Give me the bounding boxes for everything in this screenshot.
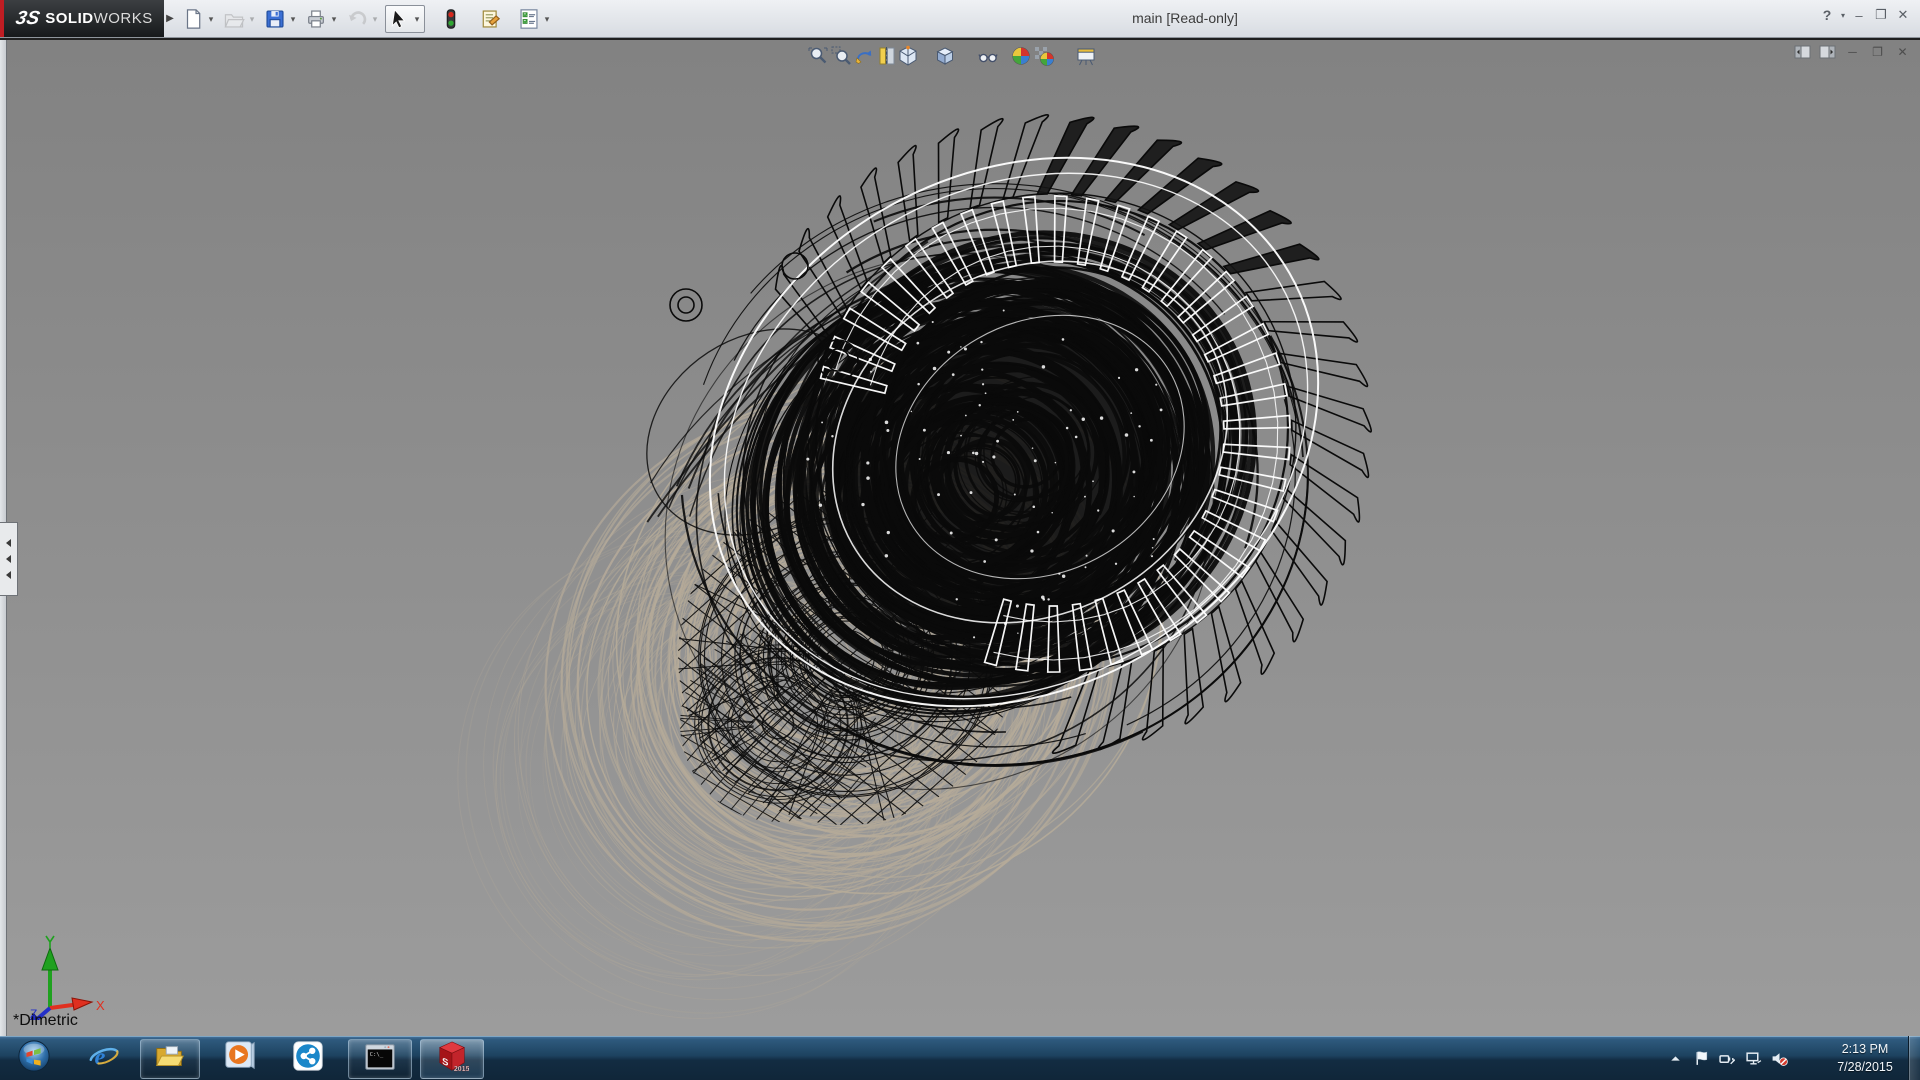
apply-scene-icon[interactable]	[1033, 45, 1055, 67]
window-controls: ? ▾ – ❐ ✕	[1816, 7, 1914, 23]
close-button[interactable]: ✕	[1892, 7, 1914, 23]
dropdown-arrow-icon[interactable]: ▾	[370, 14, 380, 25]
network-icon[interactable]	[1740, 1036, 1766, 1080]
dropdown-arrow-icon[interactable]: ▾	[412, 14, 422, 25]
command-prompt-taskbar-button[interactable]: C:\_	[348, 1039, 412, 1079]
select-cursor-icon	[388, 8, 410, 30]
view-settings-icon[interactable]	[1075, 45, 1097, 67]
dropdown-arrow-icon[interactable]: ▾	[329, 14, 339, 25]
hidden-icons-chevron-icon[interactable]	[1662, 1036, 1688, 1080]
undo-icon	[346, 8, 368, 30]
section-view-icon[interactable]	[876, 45, 898, 67]
system-tray	[1662, 1036, 1792, 1080]
document-window-controls: ─ ❐ ✕	[1793, 44, 1912, 60]
turbine-wireframe-model[interactable]	[0, 40, 1920, 1036]
save-icon	[264, 8, 286, 30]
previous-view-icon[interactable]	[853, 45, 875, 67]
logo-mark: 3S	[14, 8, 42, 30]
window-title: main [Read-only]	[1035, 10, 1335, 26]
help-icon[interactable]: ?	[1816, 7, 1838, 23]
taskbar: e C:\_ S W 2015 2:13 PM 7/28/2015	[0, 1036, 1920, 1080]
solidworks-logo: 3S SOLID WORKS	[4, 0, 164, 37]
help-dropdown-icon[interactable]: ▾	[1838, 11, 1848, 20]
svg-text:e: e	[95, 1043, 106, 1070]
solidworks-taskbar-button[interactable]: S W 2015	[420, 1039, 484, 1079]
menu-flyout-arrow-icon[interactable]: ▶	[164, 6, 176, 31]
svg-text:S: S	[442, 1056, 449, 1069]
logo-text-light: WORKS	[94, 10, 153, 27]
select-cursor-button[interactable]: ▾	[385, 5, 425, 33]
open-document-button: ▾	[221, 6, 259, 32]
share-app-taskbar-button[interactable]	[280, 1039, 336, 1077]
view-orientation-label: *Dimetric	[13, 1012, 78, 1030]
action-center-flag-icon[interactable]	[1688, 1036, 1714, 1080]
doc-minimize-icon[interactable]: ─	[1843, 44, 1862, 60]
file-properties-icon	[479, 8, 501, 30]
logo-text-bold: SOLID	[45, 10, 93, 27]
new-document-icon	[182, 8, 204, 30]
media-player-icon	[223, 1039, 257, 1078]
pane-right-icon[interactable]	[1818, 44, 1837, 60]
minimize-button[interactable]: –	[1848, 8, 1870, 23]
doc-restore-icon[interactable]: ❐	[1868, 44, 1887, 60]
options-button[interactable]: ▾	[516, 6, 554, 32]
save-button[interactable]: ▾	[262, 6, 300, 32]
taskbar-clock[interactable]: 2:13 PM 7/28/2015	[1826, 1036, 1904, 1080]
dropdown-arrow-icon[interactable]: ▾	[542, 14, 552, 25]
media-player-taskbar-button[interactable]	[212, 1039, 268, 1077]
options-icon	[518, 8, 540, 30]
graphics-area[interactable]: ─ ❐ ✕ X Z *Dimetric	[0, 38, 1920, 1036]
internet-explorer-icon: e	[87, 1039, 121, 1078]
volume-muted-icon[interactable]	[1766, 1036, 1792, 1080]
svg-text:W: W	[459, 1040, 469, 1042]
restore-button[interactable]: ❐	[1870, 7, 1892, 23]
zoom-to-area-icon[interactable]	[830, 45, 852, 67]
undo-button: ▾	[344, 6, 382, 32]
start-orb-taskbar-button[interactable]	[10, 1039, 58, 1077]
hide-show-items-icon[interactable]	[977, 45, 999, 67]
main-toolbar: ▾ ▾ ▾ ▾ ▾ ▾ ▾	[180, 3, 557, 35]
open-document-icon	[223, 8, 245, 30]
dropdown-arrow-icon[interactable]: ▾	[206, 14, 216, 25]
headsup-view-toolbar	[0, 45, 1920, 69]
dropdown-arrow-icon[interactable]: ▾	[288, 14, 298, 25]
clock-time: 2:13 PM	[1826, 1040, 1904, 1058]
svg-text:2015: 2015	[454, 1065, 469, 1073]
solidworks-icon: S W 2015	[435, 1040, 469, 1079]
edit-appearance-icon[interactable]	[1010, 45, 1032, 67]
feature-panel-expand-handle[interactable]	[0, 522, 18, 596]
new-document-button[interactable]: ▾	[180, 6, 218, 32]
view-orientation-icon[interactable]	[897, 45, 919, 67]
print-icon	[305, 8, 327, 30]
share-app-icon	[291, 1039, 325, 1078]
triad-y-axis	[42, 936, 58, 1008]
reference-triad: X Z	[18, 930, 118, 1020]
show-desktop-button[interactable]	[1908, 1036, 1920, 1080]
start-orb-icon	[17, 1039, 51, 1078]
clock-date: 7/28/2015	[1826, 1058, 1904, 1076]
windows-explorer-taskbar-button[interactable]	[140, 1039, 200, 1079]
triad-x-axis: X	[50, 998, 105, 1013]
display-style-icon[interactable]	[934, 45, 956, 67]
desktop: 3S SOLID WORKS ▶ ▾ ▾ ▾ ▾ ▾ ▾ ▾ main [Read-only…	[0, 0, 1920, 1080]
file-properties-button[interactable]	[477, 6, 503, 32]
internet-explorer-taskbar-button[interactable]: e	[76, 1039, 132, 1077]
svg-text:C:\_: C:\_	[370, 1052, 384, 1058]
zoom-to-fit-icon[interactable]	[807, 45, 829, 67]
print-button[interactable]: ▾	[303, 6, 341, 32]
svg-text:X: X	[96, 998, 105, 1013]
power-icon[interactable]	[1714, 1036, 1740, 1080]
traffic-light-button[interactable]	[438, 6, 464, 32]
dropdown-arrow-icon[interactable]: ▾	[247, 14, 257, 25]
doc-close-icon[interactable]: ✕	[1893, 44, 1912, 60]
traffic-light-icon	[440, 8, 462, 30]
windows-explorer-icon	[153, 1040, 187, 1079]
titlebar: 3S SOLID WORKS ▶ ▾ ▾ ▾ ▾ ▾ ▾ ▾ main [Read-only…	[0, 0, 1920, 38]
command-prompt-icon: C:\_	[363, 1040, 397, 1079]
pane-left-icon[interactable]	[1793, 44, 1812, 60]
